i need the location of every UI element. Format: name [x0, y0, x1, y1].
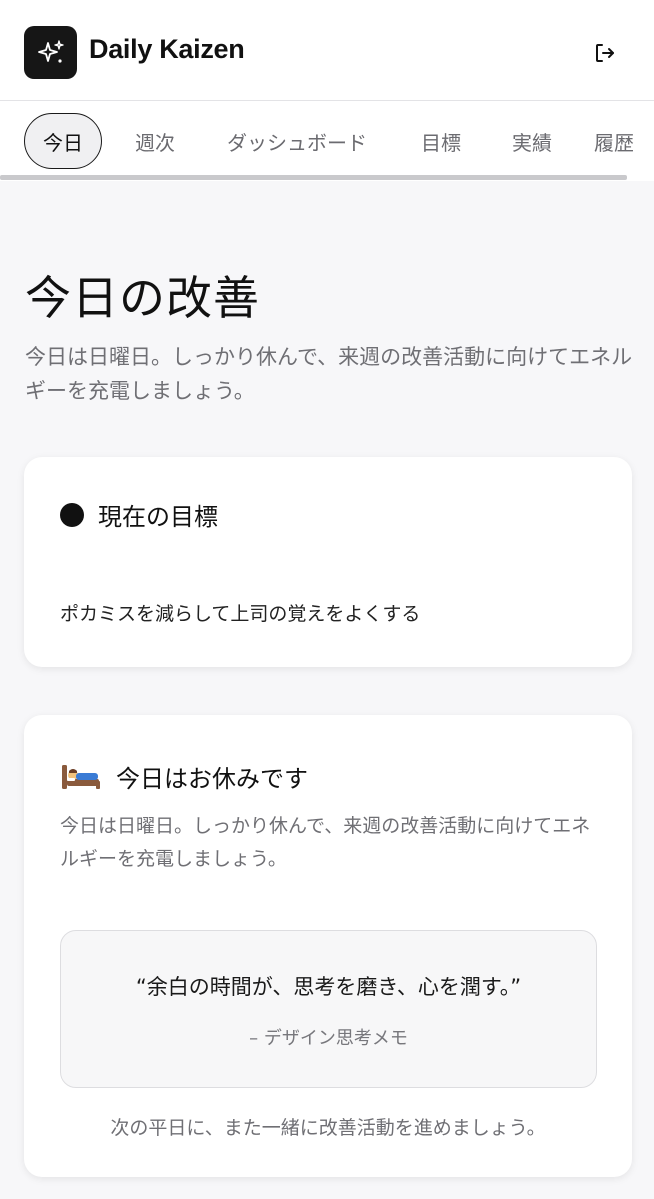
rest-card-description: 今日は日曜日。しっかり休んで、来週の改善活動に向けてエネルギーを充電しましょう。 [60, 815, 591, 870]
current-goal-text: ポカミスを減らして上司の覚えをよくする [60, 603, 421, 625]
tab-today[interactable]: 今日 [24, 113, 102, 169]
bed-icon [62, 764, 100, 789]
logout-button[interactable] [588, 36, 622, 70]
tab-scrollbar[interactable] [0, 175, 627, 180]
logout-icon [596, 44, 614, 62]
rest-card-footer: 次の平日に、また一緒に改善活動を進めましょう。 [110, 1117, 546, 1139]
rest-card-header: 今日はお休みです [60, 759, 308, 794]
quote-author: – デザイン思考メモ [249, 1028, 408, 1049]
quote-box: “余白の時間が、思考を磨き、心を潤す。” – デザイン思考メモ [60, 930, 597, 1088]
app-title: Daily Kaizen [89, 34, 245, 64]
quote-text: “余白の時間が、思考を磨き、心を潤す。” [135, 975, 522, 999]
bullet-dot-icon [60, 502, 84, 527]
page-subtitle: 今日は日曜日。しっかり休んで、来週の改善活動に向けてエネルギーを充電しましょう。 [25, 345, 633, 403]
rest-card-title: 今日はお休みです [116, 765, 308, 793]
tab-goals[interactable]: 目標 [410, 113, 472, 169]
sparkles-icon [37, 39, 64, 63]
tab-dashboard[interactable]: ダッシュボード [218, 113, 376, 169]
tab-history[interactable]: 履歴 [594, 113, 654, 169]
current-goal-card: 現在の目標 ポカミスを減らして上司の覚えをよくする [24, 457, 632, 667]
app-header: Daily Kaizen [0, 0, 654, 101]
page-title: 今日の改善 [25, 271, 260, 325]
rest-day-card: 今日はお休みです 今日は日曜日。しっかり休んで、来週の改善活動に向けてエネルギー… [24, 715, 632, 1177]
app-logo[interactable] [24, 26, 77, 79]
tab-achievements[interactable]: 実績 [501, 113, 563, 169]
goal-card-title: 現在の目標 [98, 503, 218, 531]
goal-card-header: 現在の目標 [60, 497, 218, 532]
tab-bar: 今日 週次 ダッシュボード 目標 実績 履歴 [0, 101, 654, 181]
tab-weekly[interactable]: 週次 [124, 113, 186, 169]
